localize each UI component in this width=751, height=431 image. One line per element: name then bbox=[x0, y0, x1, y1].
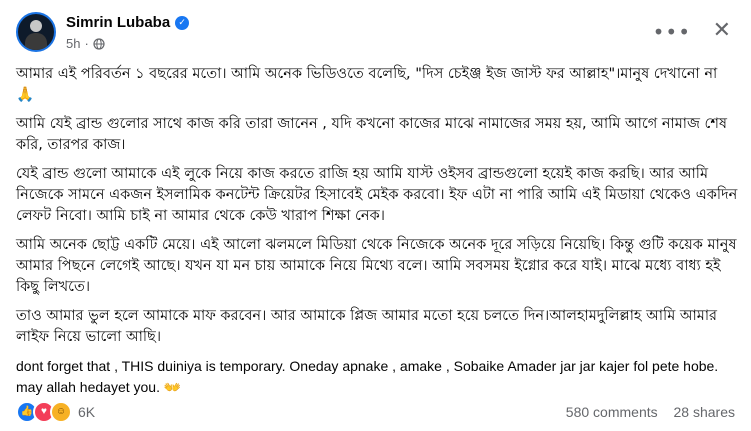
globe-icon bbox=[93, 37, 105, 50]
shares-count[interactable]: 28 shares bbox=[674, 404, 735, 420]
post-footer: 👍 ♥ ☺ 6K 580 comments 28 shares bbox=[16, 396, 735, 428]
post-time[interactable]: 5h bbox=[66, 36, 80, 51]
care-reaction-icon: ☺ bbox=[50, 401, 72, 423]
post-paragraph: তাও আমার ভুল হলে আমাকে মাফ করবেন। আর আমা… bbox=[16, 308, 717, 345]
comments-count[interactable]: 580 comments bbox=[566, 404, 658, 420]
post-content: আমার এই পরিবর্তন ১ বছরের মতো। আমি অনেক ভ… bbox=[16, 64, 738, 406]
post-paragraph: যেই ব্রান্ড গুলো আমাকে এই লুকে নিয়ে কাজ… bbox=[16, 166, 738, 224]
verified-badge-icon: ✓ bbox=[175, 15, 190, 30]
post-meta: 5h · bbox=[66, 36, 105, 51]
author-row: Simrin Lubaba ✓ bbox=[66, 14, 190, 31]
reactions-summary[interactable]: 👍 ♥ ☺ 6K bbox=[16, 401, 95, 423]
reaction-count: 6K bbox=[78, 404, 96, 420]
close-icon[interactable]: ✕ bbox=[713, 18, 731, 43]
post-header: Simrin Lubaba ✓ 5h · ••• ✕ bbox=[16, 12, 735, 56]
post-paragraph: আমি অনেক ছোট্ট একটি মেয়ে। এই আলো ঝলমলে … bbox=[16, 237, 737, 295]
more-options-icon[interactable]: ••• bbox=[653, 20, 691, 44]
engagement-stats: 580 comments 28 shares bbox=[554, 404, 735, 420]
facebook-post: Simrin Lubaba ✓ 5h · ••• ✕ আমার এই পরিবর… bbox=[0, 0, 751, 431]
post-paragraph: আমার এই পরিবর্তন ১ বছরের মতো। আমি অনেক ভ… bbox=[16, 66, 718, 103]
separator-dot: · bbox=[84, 36, 89, 51]
post-english-text: dont forget that , THIS duiniya is tempo… bbox=[16, 358, 719, 395]
avatar[interactable] bbox=[16, 12, 56, 52]
post-paragraph: আমি যেই ব্রান্ড গুলোর সাথে কাজ করি তারা … bbox=[16, 116, 728, 153]
author-name[interactable]: Simrin Lubaba bbox=[66, 14, 170, 31]
